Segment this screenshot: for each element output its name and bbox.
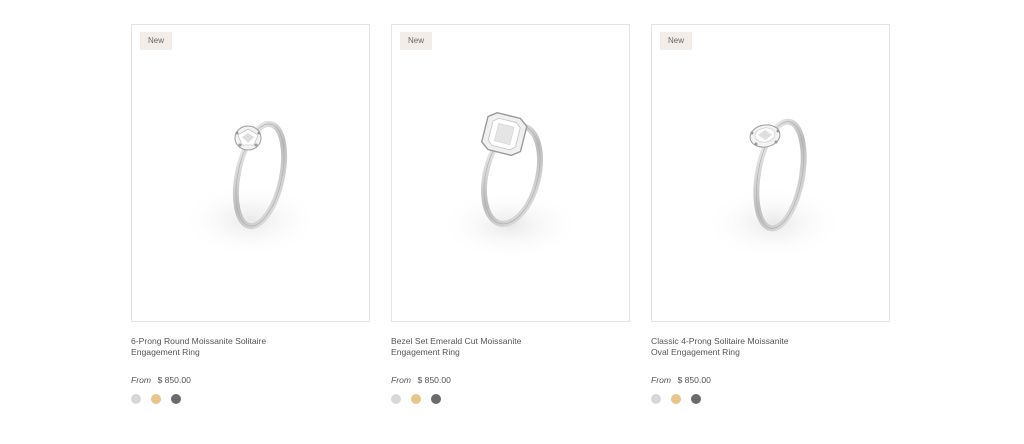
swatch-yellow-gold[interactable] <box>151 394 161 404</box>
product-card[interactable]: New <box>391 24 630 404</box>
metal-swatches <box>391 394 630 404</box>
product-title-line1: Classic 4-Prong Solitaire Moissanite <box>651 336 789 346</box>
swatch-yellow-gold[interactable] <box>671 394 681 404</box>
product-image[interactable]: New <box>651 24 890 322</box>
product-title[interactable]: 6-Prong Round Moissanite Solitaire Engag… <box>131 336 311 360</box>
product-image[interactable]: New <box>131 24 370 322</box>
product-title-line1: 6-Prong Round Moissanite Solitaire <box>131 336 267 346</box>
product-image[interactable]: New <box>391 24 630 322</box>
product-card[interactable]: New <box>131 24 370 404</box>
swatch-white-gold[interactable] <box>651 394 661 404</box>
from-label: From <box>651 375 672 385</box>
price-row: From $ 850.00 <box>131 374 370 386</box>
swatch-white-gold[interactable] <box>391 394 401 404</box>
product-title-line1: Bezel Set Emerald Cut Moissanite <box>391 336 522 346</box>
from-label: From <box>131 375 152 385</box>
price: $ 850.00 <box>677 375 711 385</box>
price: $ 850.00 <box>417 375 451 385</box>
swatch-yellow-gold[interactable] <box>411 394 421 404</box>
swatch-dark-metal[interactable] <box>691 394 701 404</box>
price-row: From $ 850.00 <box>651 374 890 386</box>
ring-oval-image <box>704 118 844 261</box>
product-card[interactable]: New <box>651 24 890 404</box>
price-row: From $ 850.00 <box>391 374 630 386</box>
price: $ 850.00 <box>157 375 191 385</box>
product-title-line2: Oval Engagement Ring <box>651 347 740 357</box>
ring-emerald-image <box>438 111 582 261</box>
product-title[interactable]: Classic 4-Prong Solitaire Moissanite Ova… <box>651 336 831 360</box>
product-title-line2: Engagement Ring <box>131 347 200 357</box>
swatch-dark-metal[interactable] <box>171 394 181 404</box>
product-grid: New 6-Prong Round Moissanite Solitaire E… <box>131 24 891 434</box>
ring-round-image <box>180 120 320 258</box>
product-title[interactable]: Bezel Set Emerald Cut Moissanite Engagem… <box>391 336 571 360</box>
product-title-line2: Engagement Ring <box>391 347 460 357</box>
metal-swatches <box>651 394 890 404</box>
swatch-dark-metal[interactable] <box>431 394 441 404</box>
swatch-white-gold[interactable] <box>131 394 141 404</box>
metal-swatches <box>131 394 370 404</box>
from-label: From <box>391 375 412 385</box>
